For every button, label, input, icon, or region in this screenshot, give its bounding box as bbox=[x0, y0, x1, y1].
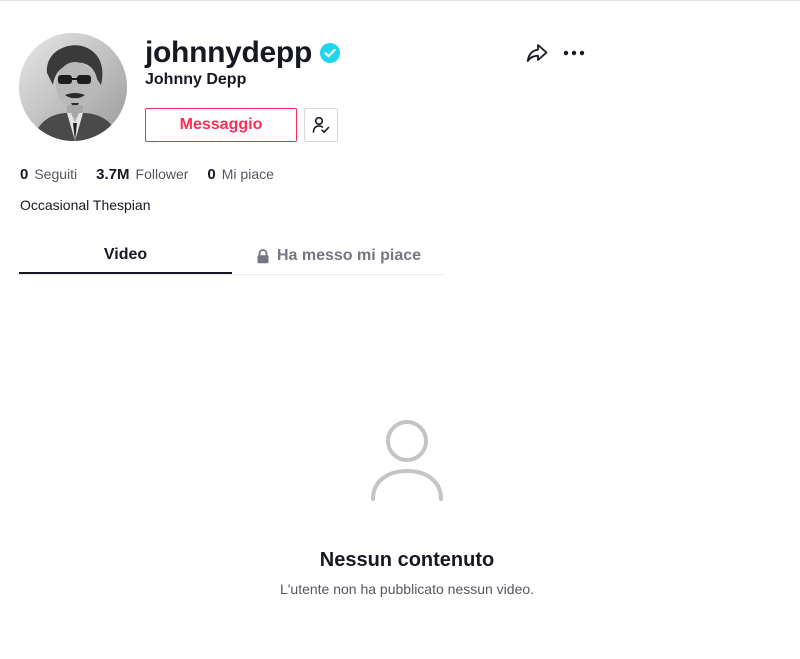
stat-label: Seguiti bbox=[34, 166, 78, 182]
stat-likes: 0 Mi piace bbox=[207, 166, 273, 183]
profile-page: johnnydepp Johnny Depp Messaggio 0 Segui… bbox=[0, 0, 800, 659]
message-button[interactable]: Messaggio bbox=[145, 108, 297, 142]
username-row: johnnydepp bbox=[145, 33, 340, 73]
follow-status-button[interactable] bbox=[304, 108, 338, 142]
user-check-icon bbox=[312, 116, 330, 133]
stat-followers[interactable]: 3.7M Follower bbox=[96, 166, 188, 183]
display-name: Johnny Depp bbox=[145, 71, 247, 88]
stat-value: 0 bbox=[207, 166, 216, 183]
verified-badge-icon bbox=[319, 43, 340, 63]
lock-icon bbox=[256, 248, 270, 264]
bio: Occasional Thespian bbox=[20, 197, 151, 213]
username: johnnydepp bbox=[145, 36, 312, 69]
profile-tabs: Video Ha messo mi piace bbox=[19, 238, 445, 275]
share-icon bbox=[526, 44, 548, 62]
empty-state-subtitle: L'utente non ha pubblicato nessun video. bbox=[279, 581, 535, 597]
empty-state-title: Nessun contenuto bbox=[319, 549, 495, 571]
profile-stats: 0 Seguiti 3.7M Follower 0 Mi piace bbox=[20, 166, 293, 183]
stat-value: 3.7M bbox=[96, 166, 130, 183]
stat-following[interactable]: 0 Seguiti bbox=[20, 166, 77, 183]
share-button[interactable] bbox=[525, 41, 549, 65]
avatar-image bbox=[19, 33, 127, 141]
stat-value: 0 bbox=[20, 166, 29, 183]
avatar[interactable] bbox=[19, 33, 127, 141]
more-horizontal-icon bbox=[563, 50, 585, 56]
stat-label: Follower bbox=[135, 166, 189, 182]
tab-videos[interactable]: Video bbox=[19, 238, 232, 274]
more-options-button[interactable] bbox=[562, 41, 586, 65]
tab-label: Video bbox=[103, 246, 148, 263]
empty-user-icon bbox=[370, 417, 444, 501]
tab-label: Ha messo mi piace bbox=[276, 247, 422, 264]
tab-liked[interactable]: Ha messo mi piace bbox=[232, 238, 445, 274]
stat-label: Mi piace bbox=[221, 166, 274, 182]
